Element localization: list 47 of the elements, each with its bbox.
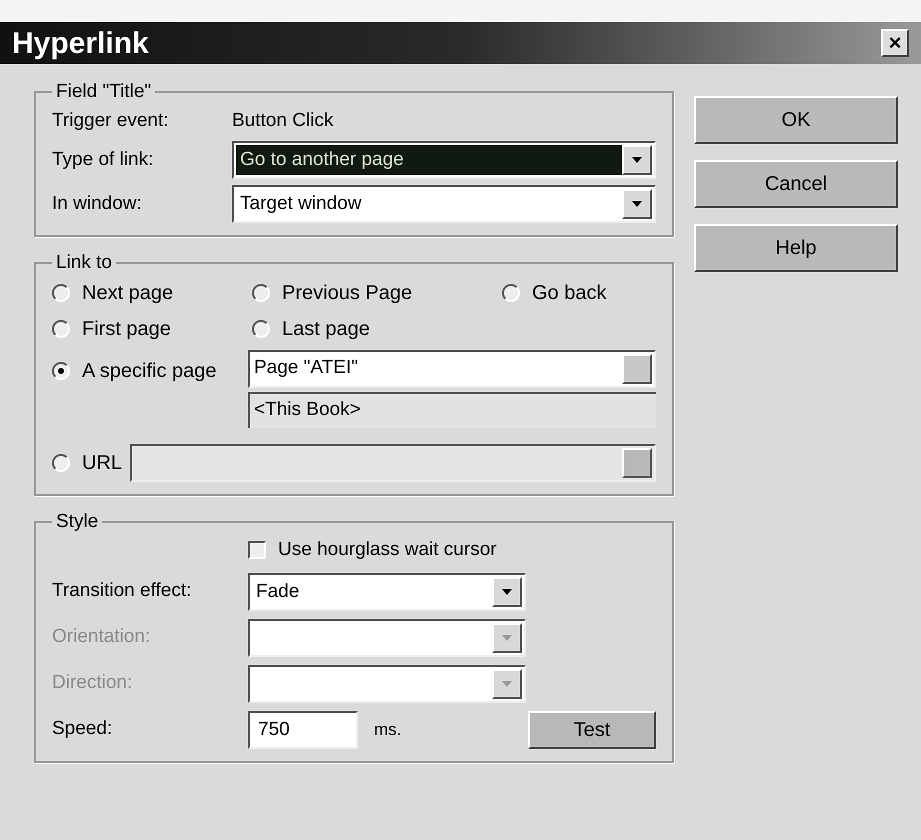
field-label: Direction: xyxy=(52,671,134,696)
dropdown-arrow-button[interactable] xyxy=(622,189,652,219)
caret-down-icon xyxy=(502,634,512,640)
dropdown-field[interactable]: Target window xyxy=(232,185,656,223)
radio-option[interactable]: Go back xyxy=(502,278,656,308)
caret-down-icon xyxy=(502,588,512,594)
window-title: Hyperlink xyxy=(12,26,149,62)
caret-down-icon xyxy=(632,157,642,163)
speed-label: Speed: xyxy=(52,717,114,742)
book-field: <This Book> xyxy=(248,392,656,428)
dropdown-arrow-button[interactable] xyxy=(492,576,522,606)
dialog-button[interactable]: OK xyxy=(694,96,898,144)
radio-button[interactable] xyxy=(252,320,270,338)
radio-option[interactable]: Last page xyxy=(252,314,502,344)
dropdown-field[interactable]: Go to another page xyxy=(232,141,656,179)
radio-button[interactable] xyxy=(52,320,70,338)
field-label: Transition effect: xyxy=(52,579,192,604)
close-button[interactable]: × xyxy=(881,29,909,57)
field-label: Type of link: xyxy=(52,148,154,172)
radio-button[interactable] xyxy=(502,284,520,302)
radio-option[interactable]: A specific page xyxy=(52,356,240,386)
checkbox[interactable] xyxy=(248,541,266,560)
trigger-event-value: Button Click xyxy=(232,108,334,132)
dropdown-field[interactable]: Fade xyxy=(248,572,526,610)
group-legend: Link to xyxy=(52,249,116,278)
radio-option[interactable]: Previous Page xyxy=(252,278,502,308)
page-field[interactable]: Page "ATEI" xyxy=(248,350,656,388)
field-label: In window: xyxy=(52,192,143,216)
browse-button[interactable] xyxy=(622,354,652,384)
field-label: Orientation: xyxy=(52,625,152,650)
group-legend: Field "Title" xyxy=(52,78,156,106)
radio-button[interactable] xyxy=(52,284,70,302)
dropdown-arrow-button[interactable] xyxy=(622,145,652,175)
dialog-button[interactable]: Help xyxy=(694,224,898,272)
radio-button[interactable] xyxy=(52,362,70,380)
caret-down-icon xyxy=(632,201,642,207)
caret-down-icon xyxy=(502,680,512,686)
dialog-button[interactable]: Cancel xyxy=(694,160,898,208)
group-legend: Style xyxy=(52,508,102,536)
trigger-event-label: Trigger event: xyxy=(52,108,170,132)
radio-option[interactable]: Next page xyxy=(52,278,252,308)
speed-field[interactable]: 750 xyxy=(248,710,358,748)
test-button[interactable]: Test xyxy=(528,710,656,748)
unit-label: ms. xyxy=(374,718,402,741)
radio-option[interactable]: First page xyxy=(52,314,252,344)
checkbox-option[interactable]: Use hourglass wait cursor xyxy=(248,536,656,564)
radio-button[interactable] xyxy=(252,284,270,302)
